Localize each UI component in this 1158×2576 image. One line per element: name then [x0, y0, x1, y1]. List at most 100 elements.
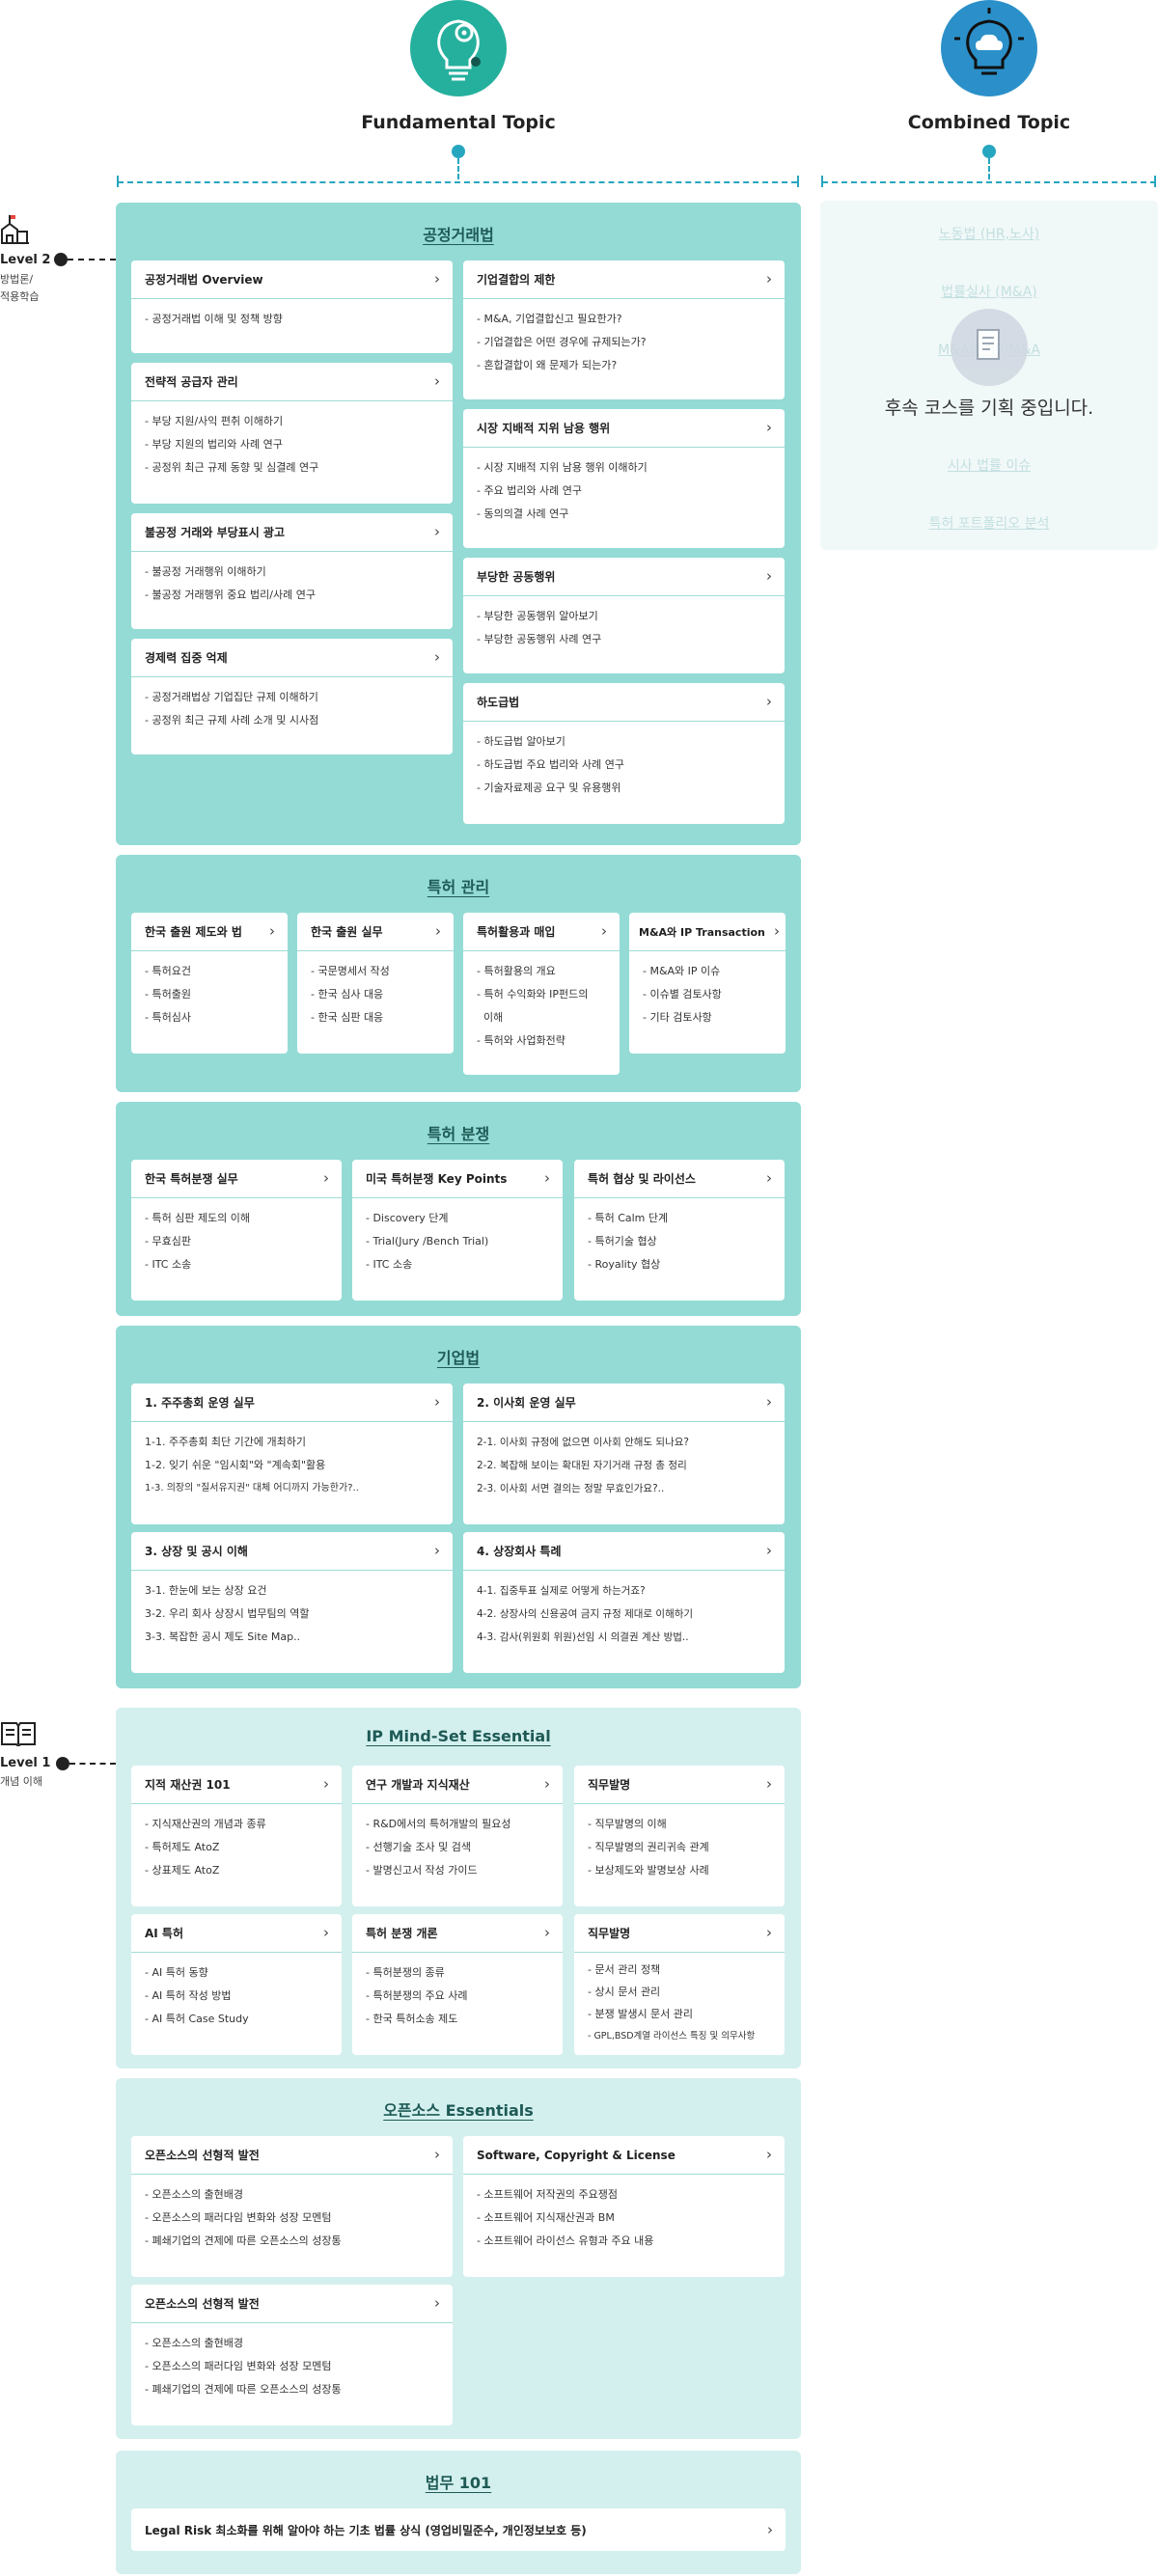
course-card[interactable]: 직무발명 › - 직무발명의 이해 - 직무발명의 권리귀속 관계 - 보상제도와…: [574, 1766, 785, 1906]
chevron-right-icon[interactable]: ›: [434, 2296, 440, 2311]
card-item: 3-3. 복잡한 공시 제도 Site Map..: [145, 1631, 301, 1643]
card-title: 특허 분쟁 개론: [366, 1927, 438, 1940]
chevron-right-icon[interactable]: ›: [434, 650, 440, 665]
card-item: - M&A, 기업결합신고 필요한가?: [477, 313, 622, 325]
combined-bracket-right: [1154, 176, 1156, 187]
course-card[interactable]: 특허 분쟁 개론 › - 특허분쟁의 종류 - 특허분쟁의 주요 사례 - 한국 …: [352, 1914, 563, 2055]
card-item: - 동의의결 사례 연구: [477, 507, 569, 520]
card-title: M&A와 IP Transaction: [639, 925, 765, 939]
course-card[interactable]: 한국 출원 실무 › - 국문명세서 작성 - 한국 심사 대응 - 한국 심판 …: [297, 913, 454, 1054]
card-item: 4-2. 상장사의 신용공여 금지 규정 제대로 이해하기: [477, 1608, 694, 1620]
card-item: - Trial(Jury /Bench Trial): [366, 1235, 489, 1247]
course-card[interactable]: 전략적 공급자 관리 › - 부당 지원/사익 편취 이해하기 - 부당 지원의 …: [131, 363, 453, 504]
card-item: - 하도급법 주요 법리와 사례 연구: [477, 758, 625, 771]
card-item: - 기업결합은 어떤 경우에 규제되는가?: [477, 336, 647, 348]
chevron-right-icon[interactable]: ›: [434, 2148, 440, 2162]
chevron-right-icon[interactable]: ›: [269, 924, 275, 939]
chevron-right-icon[interactable]: ›: [767, 2522, 773, 2537]
chevron-right-icon[interactable]: ›: [766, 695, 772, 709]
course-card[interactable]: 직무발명 › - 문서 관리 정책 - 상시 문서 관리 - 분쟁 발생시 문서 …: [574, 1914, 785, 2055]
combined-topic-dot: [982, 145, 996, 158]
chevron-right-icon[interactable]: ›: [766, 1544, 772, 1558]
course-card[interactable]: 오픈소스의 선형적 발전 › - 오픈소스의 출현배경 - 오픈소스의 패러다임 …: [131, 2136, 453, 2277]
chevron-right-icon[interactable]: ›: [323, 1777, 329, 1792]
course-card[interactable]: 1. 주주총회 운영 실무 › 1-1. 주주총회 최단 기간에 개최하기 1-2…: [131, 1384, 453, 1524]
level-1-label: Level 1: [0, 1756, 51, 1770]
chevron-right-icon[interactable]: ›: [435, 924, 441, 939]
course-card[interactable]: 한국 특허분쟁 실무 › - 특허 심판 제도의 이해 - 무효심판 - ITC …: [131, 1160, 342, 1301]
level-2-label: Level 2: [0, 253, 51, 267]
chevron-right-icon[interactable]: ›: [766, 421, 772, 435]
course-card[interactable]: 특허활용과 매입 › - 특허활용의 개요 - 특허 수익화와 IP펀드의 이해 …: [463, 913, 620, 1075]
course-card[interactable]: 기업결합의 제한 › - M&A, 기업결합신고 필요한가? - 기업결합은 어떤…: [463, 260, 785, 399]
chevron-right-icon[interactable]: ›: [766, 1171, 772, 1186]
course-card[interactable]: 시장 지배적 지위 남용 행위 › - 시장 지배적 지위 남용 행위 이해하기 …: [463, 409, 785, 548]
fundamental-bracket: [118, 181, 797, 183]
chevron-right-icon[interactable]: ›: [601, 924, 607, 939]
course-card[interactable]: 4. 상장회사 특례 › 4-1. 집중투표 실제로 어떻게 하는거죠? 4-2.…: [463, 1532, 785, 1673]
level-2-dot: [54, 253, 68, 266]
chevron-right-icon[interactable]: ›: [434, 272, 440, 287]
chevron-right-icon[interactable]: ›: [434, 374, 440, 389]
course-card[interactable]: 불공정 거래와 부당표시 광고 › - 불공정 거래행위 이해하기 - 불공정 거…: [131, 513, 453, 629]
chevron-right-icon[interactable]: ›: [434, 1544, 440, 1558]
chevron-right-icon[interactable]: ›: [323, 1171, 329, 1186]
chevron-right-icon[interactable]: ›: [774, 924, 780, 939]
card-item: 1-1. 주주총회 최단 기간에 개최하기: [145, 1436, 307, 1448]
course-card[interactable]: Software, Copyright & License › - 소프트웨어 저…: [463, 2136, 785, 2277]
chevron-right-icon[interactable]: ›: [766, 569, 772, 584]
course-card[interactable]: 경제력 집중 억제 › - 공정거래법상 기업집단 규제 이해하기 - 공정위 최…: [131, 639, 453, 754]
chevron-right-icon[interactable]: ›: [544, 1926, 550, 1940]
course-card[interactable]: AI 특허 › - AI 특허 동향 - AI 특허 작성 방법 - AI 특허 …: [131, 1914, 342, 2055]
card-title: 연구 개발과 지식재산: [366, 1778, 470, 1792]
card-item: - 무효심판: [145, 1235, 191, 1247]
fundamental-topic-badge: [410, 0, 507, 96]
chevron-right-icon[interactable]: ›: [766, 1926, 772, 1940]
course-card[interactable]: Legal Risk 최소화를 위해 알아야 하는 기초 법률 상식 (영업비밀…: [131, 2508, 786, 2551]
course-card[interactable]: M&A와 IP Transaction › - M&A와 IP 이슈 - 이슈별 …: [629, 913, 786, 1054]
course-card[interactable]: 2. 이사회 운영 실무 › 2-1. 이사회 규정에 없으면 이사회 안해도 되…: [463, 1384, 785, 1524]
course-card[interactable]: 미국 특허분쟁 Key Points › - Discovery 단계 - Tri…: [352, 1160, 563, 1301]
card-item: - 특허출원: [145, 988, 191, 1000]
chevron-right-icon[interactable]: ›: [323, 1926, 329, 1940]
course-card[interactable]: 연구 개발과 지식재산 › - R&D에서의 특허개발의 필요성 - 선행기술 조…: [352, 1766, 563, 1906]
course-card[interactable]: 특허 협상 및 라이선스 › - 특허 Calm 단계 - 특허기술 협상 - R…: [574, 1160, 785, 1301]
chevron-right-icon[interactable]: ›: [766, 1777, 772, 1792]
section-title: 오픈소스 Essentials: [383, 2101, 534, 2120]
card-title: Software, Copyright & License: [477, 2148, 676, 2162]
card-item: - 공정위 최근 규제 동향 및 심결례 연구: [145, 461, 319, 474]
section-patent-disputes: 특허 분쟁 한국 특허분쟁 실무 › - 특허 심판 제도의 이해 - 무효심판 …: [116, 1102, 801, 1316]
chevron-right-icon[interactable]: ›: [434, 525, 440, 539]
course-card[interactable]: 부당한 공동행위 › - 부당한 공동행위 알아보기 - 부당한 공동행위 사례 …: [463, 558, 785, 673]
chevron-right-icon[interactable]: ›: [766, 1395, 772, 1410]
card-item: - 특허 Calm 단계: [588, 1212, 669, 1224]
card-item: - 국문명세서 작성: [311, 965, 390, 977]
chevron-right-icon[interactable]: ›: [766, 2148, 772, 2162]
combined-topic-panel: 노동법 (HR,노사) 법률실사 (M&A) M&A와 (IP)M&A 후속 코…: [820, 201, 1158, 550]
card-title: 4. 상장회사 특례: [477, 1545, 562, 1558]
section-title: 특허 관리: [427, 878, 490, 896]
card-title: 직무발명: [588, 1927, 631, 1940]
card-item: - 오픈소스의 패러다임 변화와 성장 모멘텀: [145, 2360, 332, 2372]
card-item: - 직무발명의 이해: [588, 1818, 667, 1830]
fundamental-bracket-left: [117, 176, 119, 187]
course-card[interactable]: 한국 출원 제도와 법 › - 특허요건 - 특허출원 - 특허심사: [131, 913, 288, 1054]
chevron-right-icon[interactable]: ›: [434, 1395, 440, 1410]
card-title: 한국 출원 제도와 법: [145, 925, 242, 939]
card-title: 미국 특허분쟁 Key Points: [366, 1172, 508, 1186]
course-card[interactable]: 3. 상장 및 공시 이해 › 3-1. 한눈에 보는 상장 요건 3-2. 우리…: [131, 1532, 453, 1673]
card-item: - 소프트웨어 라이선스 유형과 주요 내용: [477, 2234, 654, 2247]
section-title: 공정거래법: [423, 226, 494, 244]
card-item: - 이슈별 검토사항: [643, 988, 722, 1000]
course-card[interactable]: 공정거래법 Overview › - 공정거래법 이해 및 정책 방향: [131, 260, 453, 353]
card-title: 특허 협상 및 라이선스: [588, 1172, 696, 1186]
card-item: - AI 특허 Case Study: [145, 2013, 249, 2025]
course-card[interactable]: 지적 재산권 101 › - 지식재산권의 개념과 종류 - 특허제도 AtoZ …: [131, 1766, 342, 1906]
card-item: - 문서 관리 정책: [588, 1963, 661, 1976]
course-card[interactable]: 오픈소스의 선형적 발전 › - 오픈소스의 출현배경 - 오픈소스의 패러다임 …: [131, 2285, 453, 2425]
chevron-right-icon[interactable]: ›: [544, 1777, 550, 1792]
chevron-right-icon[interactable]: ›: [766, 272, 772, 287]
course-card[interactable]: 하도급법 › - 하도급법 알아보기 - 하도급법 주요 법리와 사례 연구 - …: [463, 683, 785, 824]
chevron-right-icon[interactable]: ›: [544, 1171, 550, 1186]
card-item: 4-1. 집중투표 실제로 어떻게 하는거죠?: [477, 1585, 646, 1597]
